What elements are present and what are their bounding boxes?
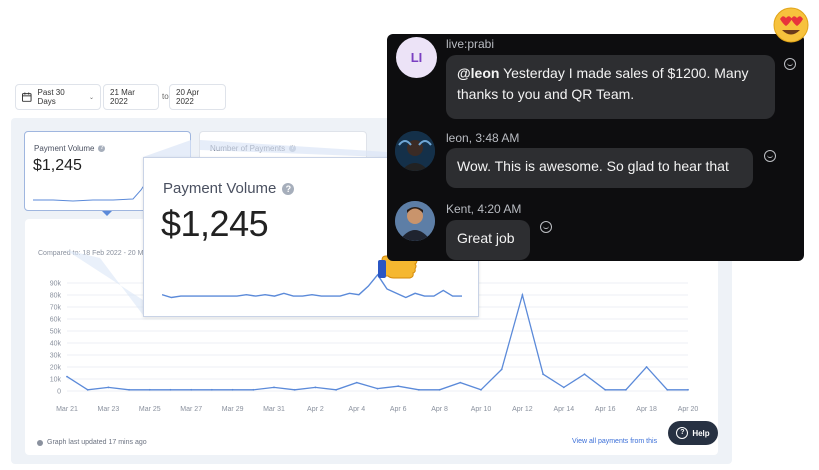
- chat-sender: live:prabi: [446, 37, 495, 51]
- user-photo: [395, 201, 435, 241]
- user-photo: [395, 131, 435, 171]
- zoom-title: Payment Volume ?: [163, 180, 295, 197]
- help-label: Help: [692, 428, 710, 438]
- add-reaction-icon[interactable]: [784, 58, 796, 70]
- chat-message: @leon Yesterday I made sales of $1200. M…: [446, 55, 775, 119]
- chat-sender: leon, 3:48 AM: [446, 131, 520, 145]
- heart-eyes-emoji-icon: [773, 7, 809, 43]
- avatar: [395, 201, 435, 241]
- add-reaction-icon[interactable]: [540, 221, 552, 233]
- help-button[interactable]: ? Help: [668, 421, 718, 445]
- info-icon: ?: [282, 182, 295, 195]
- question-icon: ?: [676, 427, 689, 439]
- chat-message: Great job: [446, 220, 530, 260]
- add-reaction-icon[interactable]: [764, 150, 776, 162]
- chat-panel: LI live:prabi @leon Yesterday I made sal…: [387, 34, 804, 261]
- chat-message-text: Yesterday I made sales of $1200. Many th…: [457, 65, 749, 102]
- chat-message: Wow. This is awesome. So glad to hear th…: [446, 148, 753, 188]
- zoom-value: $1,245: [161, 203, 269, 244]
- avatar-initials: LI: [410, 50, 423, 65]
- chat-message-text: Wow. This is awesome. So glad to hear th…: [457, 158, 729, 174]
- chat-message-text: Great job: [457, 230, 515, 246]
- avatar: [395, 131, 435, 171]
- mention[interactable]: @leon: [457, 65, 499, 81]
- chat-sender: Kent, 4:20 AM: [446, 202, 522, 216]
- avatar: LI: [396, 37, 437, 78]
